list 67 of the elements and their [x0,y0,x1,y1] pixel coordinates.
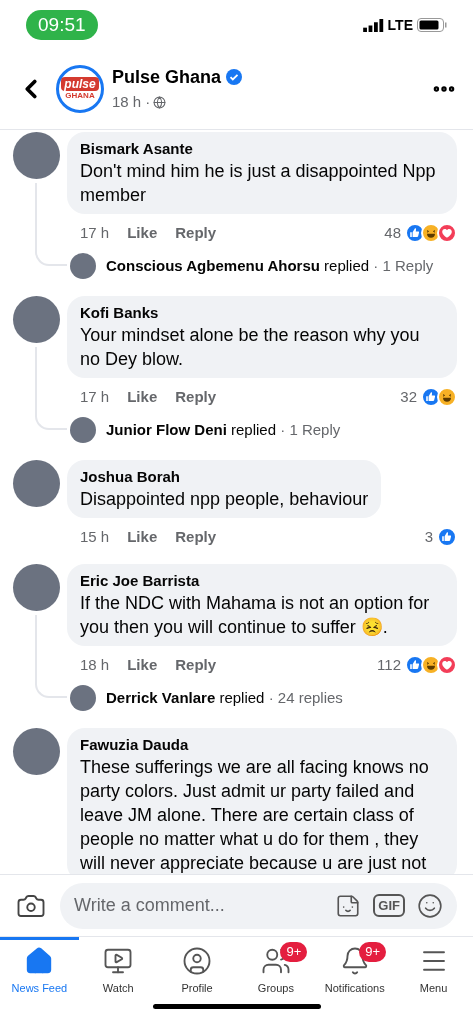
avatar[interactable] [13,132,60,179]
network-label: LTE [387,15,413,35]
signal-icon [362,18,385,32]
nav-tab[interactable]: Notifications 9+ [315,937,395,998]
nav-tab[interactable]: Profile [157,937,237,998]
avatar[interactable] [13,460,60,507]
reply-author[interactable]: Derrick Vanlare [106,689,216,706]
nav-tab[interactable]: News Feed [0,937,79,998]
comment-author[interactable]: Joshua Borah [80,467,369,487]
reply-count-link[interactable]: · 1 Reply [276,421,341,438]
comment-author[interactable]: Eric Joe Barrista [80,571,444,591]
reply-link[interactable]: Reply [175,525,217,549]
status-time: 09:51 [26,9,98,41]
reaction-count: 32 [400,386,417,407]
comment-input[interactable]: Write a comment... GIF [60,882,457,929]
replied-label: replied [323,257,370,274]
comment-text: These sufferings we are all facing knows no party colors. Just admit ur party failed and leave JM alone. There are certain class of people no matter what u do for them , they will never appreciate because u are just not [80,756,430,874]
replied-label: replied [230,421,277,438]
nav-tab[interactable]: Watch [78,937,158,998]
avatar[interactable] [13,728,60,775]
gif-icon[interactable]: GIF [373,893,405,918]
nav-tab[interactable]: Groups 9+ [236,937,316,998]
comment-time: 18 h [80,654,110,675]
like-link[interactable]: Like [127,653,158,677]
notification-badge: 9+ [359,942,387,962]
like-link[interactable]: Like [127,221,158,245]
reply-count-link[interactable]: · 1 Reply [369,257,434,274]
logo-wordmark: pulse [61,76,99,91]
reaction-count: 3 [424,526,433,547]
reply-author[interactable]: Junior Flow Deni [106,421,227,438]
replied-label: replied [218,689,265,706]
comment-text: Your mindset alone be the reason why you no Dey blow. [80,324,421,371]
notification-badge: 9+ [280,942,308,962]
comment-time: 17 h [80,386,110,407]
page-logo[interactable]: pulse GHANA [56,64,104,113]
reply-count-link[interactable]: · 24 replies [264,689,343,706]
comment-author[interactable]: Fawuzia Dauda [80,735,444,755]
reply-avatar[interactable] [70,417,96,443]
comment-text: If the NDC with Mahama is not an option for you then you will continue to suffer 😣. [80,592,431,639]
reply-link[interactable]: Reply [175,221,217,245]
reply-link[interactable]: Reply [175,653,217,677]
comment-text: Don't mind him he is just a disappointed Npp member [80,160,437,207]
globe-icon [153,95,167,109]
comment-text: Disappointed npp people, behaviour [80,488,369,511]
nav-tab[interactable]: Menu [394,937,473,998]
comment-time: 17 h [80,222,110,243]
comment-time: 15 h [80,526,110,547]
profile-icon [182,946,213,976]
emoji-icon[interactable] [417,892,443,919]
reaction-count: 48 [384,222,401,243]
comment-author[interactable]: Kofi Banks [80,303,444,323]
sticker-icon[interactable] [335,892,362,919]
comment-author[interactable]: Bismark Asante [80,139,444,159]
video-screen-icon [103,946,134,976]
post-time: 18 h · [112,91,151,112]
reaction-count: 112 [377,654,401,675]
like-link[interactable]: Like [127,525,158,549]
battery-icon [417,18,447,32]
logo-subtitle: GHANA [65,90,95,101]
reply-author[interactable]: Conscious Agbemenu Ahorsu [106,257,320,274]
avatar[interactable] [13,564,60,611]
like-link[interactable]: Like [127,385,158,409]
avatar[interactable] [13,296,60,343]
page-name[interactable]: Pulse Ghana [112,63,222,91]
reply-avatar[interactable] [70,685,96,711]
reply-avatar[interactable] [70,253,96,279]
reply-link[interactable]: Reply [175,385,217,409]
